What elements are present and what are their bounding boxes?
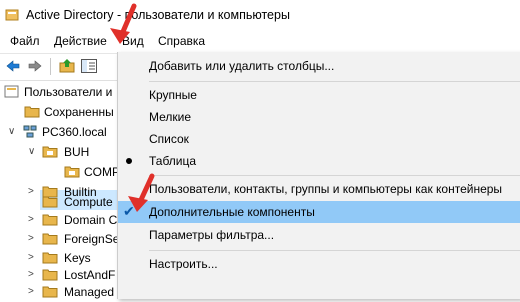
tree-item-saved[interactable]: Сохраненны xyxy=(24,102,130,122)
menu-item-advanced-features[interactable]: ✔ Дополнительные компоненты xyxy=(118,201,520,223)
menu-help[interactable]: Справка xyxy=(156,34,207,48)
tree-item-buh[interactable]: ∨ BUH xyxy=(28,142,130,162)
chevron-right-icon[interactable]: > xyxy=(28,186,34,197)
menu-separator xyxy=(149,250,520,251)
menu-separator xyxy=(149,81,520,82)
menu-item-filter-options[interactable]: Параметры фильтра... xyxy=(118,224,520,246)
folder-icon xyxy=(42,286,58,298)
folder-icon xyxy=(42,146,58,158)
menu-item-add-remove-columns[interactable]: Добавить или удалить столбцы... xyxy=(118,55,520,77)
tree-item-foreign-security[interactable]: > ForeignSe xyxy=(28,229,130,249)
red-annotation-arrow xyxy=(110,3,137,44)
console-tree-icon[interactable] xyxy=(80,57,98,75)
chevron-down-icon[interactable]: ∨ xyxy=(28,146,35,157)
chevron-right-icon[interactable]: > xyxy=(28,286,34,297)
folder-icon xyxy=(42,196,58,208)
forward-arrow-icon[interactable] xyxy=(26,57,44,75)
title-bar: Active Directory - пользователи и компью… xyxy=(0,0,520,30)
chevron-right-icon[interactable]: > xyxy=(28,269,34,280)
app-icon xyxy=(5,9,19,21)
folder-icon xyxy=(4,85,19,98)
bullet-icon xyxy=(126,158,132,164)
menu-separator xyxy=(149,175,520,176)
menu-item-small-icons[interactable]: Мелкие xyxy=(118,106,520,128)
menu-item-containers[interactable]: Пользователи, контакты, группы и компьют… xyxy=(118,178,520,200)
folder-icon xyxy=(42,252,58,264)
menu-item-table[interactable]: Таблица xyxy=(118,150,520,172)
chevron-down-icon[interactable]: ∨ xyxy=(8,126,15,137)
window-title: Active Directory - пользователи и компью… xyxy=(26,8,290,22)
tree-item-domain[interactable]: ∨ PC360.local xyxy=(8,122,130,142)
menu-bar: Файл Действие Вид Справка xyxy=(0,30,520,53)
menu-item-list[interactable]: Список xyxy=(118,128,520,150)
toolbar-separator xyxy=(50,58,51,75)
menu-item-customize[interactable]: Настроить... xyxy=(118,253,520,275)
menu-item-large-icons[interactable]: Крупные xyxy=(118,84,520,106)
folder-icon xyxy=(42,233,58,245)
back-arrow-icon[interactable] xyxy=(4,57,22,75)
chevron-right-icon[interactable]: > xyxy=(28,214,34,225)
chevron-right-icon[interactable]: > xyxy=(28,252,34,263)
folder-icon xyxy=(64,166,80,178)
folder-up-icon[interactable] xyxy=(58,57,76,75)
view-menu-dropdown: Добавить или удалить столбцы... Крупные … xyxy=(117,52,520,299)
tree-item-root[interactable]: Пользователи и xyxy=(4,82,130,102)
folder-icon xyxy=(42,214,58,226)
tree-item-domain-controllers[interactable]: > Domain C xyxy=(28,210,130,230)
domain-icon xyxy=(23,125,37,138)
menu-file[interactable]: Файл xyxy=(8,34,42,48)
folder-icon xyxy=(42,269,58,281)
folder-icon xyxy=(24,106,40,118)
chevron-right-icon[interactable]: > xyxy=(28,233,34,244)
red-annotation-arrow xyxy=(128,173,155,212)
